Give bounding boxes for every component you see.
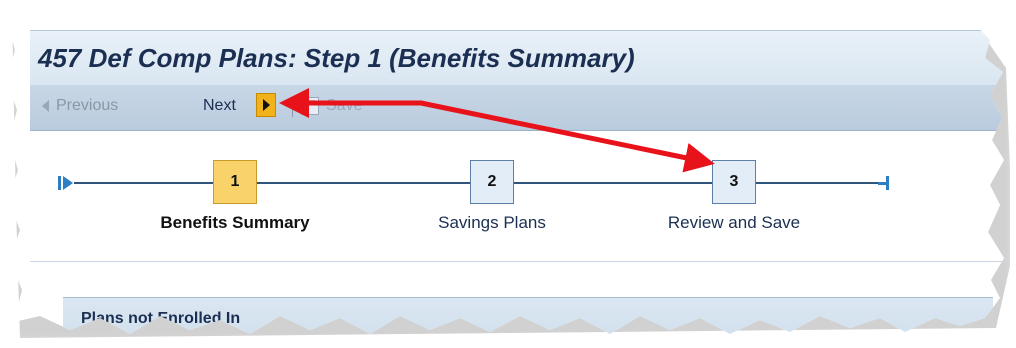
next-arrow-button[interactable]: [256, 93, 276, 117]
screenshot-paper: 457 Def Comp Plans: Step 1 (Benefits Sum…: [6, 3, 1004, 334]
step-label-1: Benefits Summary: [160, 213, 310, 232]
previous-button[interactable]: Previous: [56, 97, 118, 115]
roadmap-end-icon: [878, 176, 890, 190]
roadmap-start-icon: [58, 176, 74, 190]
toolbar-separator: [292, 99, 293, 117]
save-icon[interactable]: [301, 97, 319, 115]
next-arrow-icon: [263, 99, 270, 111]
title-bar: 457 Def Comp Plans: Step 1 (Benefits Sum…: [30, 30, 1004, 86]
page-title: 457 Def Comp Plans: Step 1 (Benefits Sum…: [38, 43, 635, 73]
roadmap-step-2[interactable]: 2: [470, 160, 514, 204]
step-label-3: Review and Save: [667, 213, 801, 232]
roadmap-step-1[interactable]: 1: [213, 160, 257, 204]
roadmap: 1 2 3 Benefits Summary Savings Plans Rev…: [30, 131, 1004, 261]
roadmap-step-3[interactable]: 3: [712, 160, 756, 204]
next-button[interactable]: Next: [203, 97, 236, 115]
step-label-2: Savings Plans: [438, 213, 546, 232]
previous-arrow-icon[interactable]: [42, 100, 49, 112]
save-button[interactable]: Save: [326, 97, 362, 115]
toolbar: Previous Next Save: [30, 85, 1004, 131]
section-divider: [30, 261, 1004, 262]
